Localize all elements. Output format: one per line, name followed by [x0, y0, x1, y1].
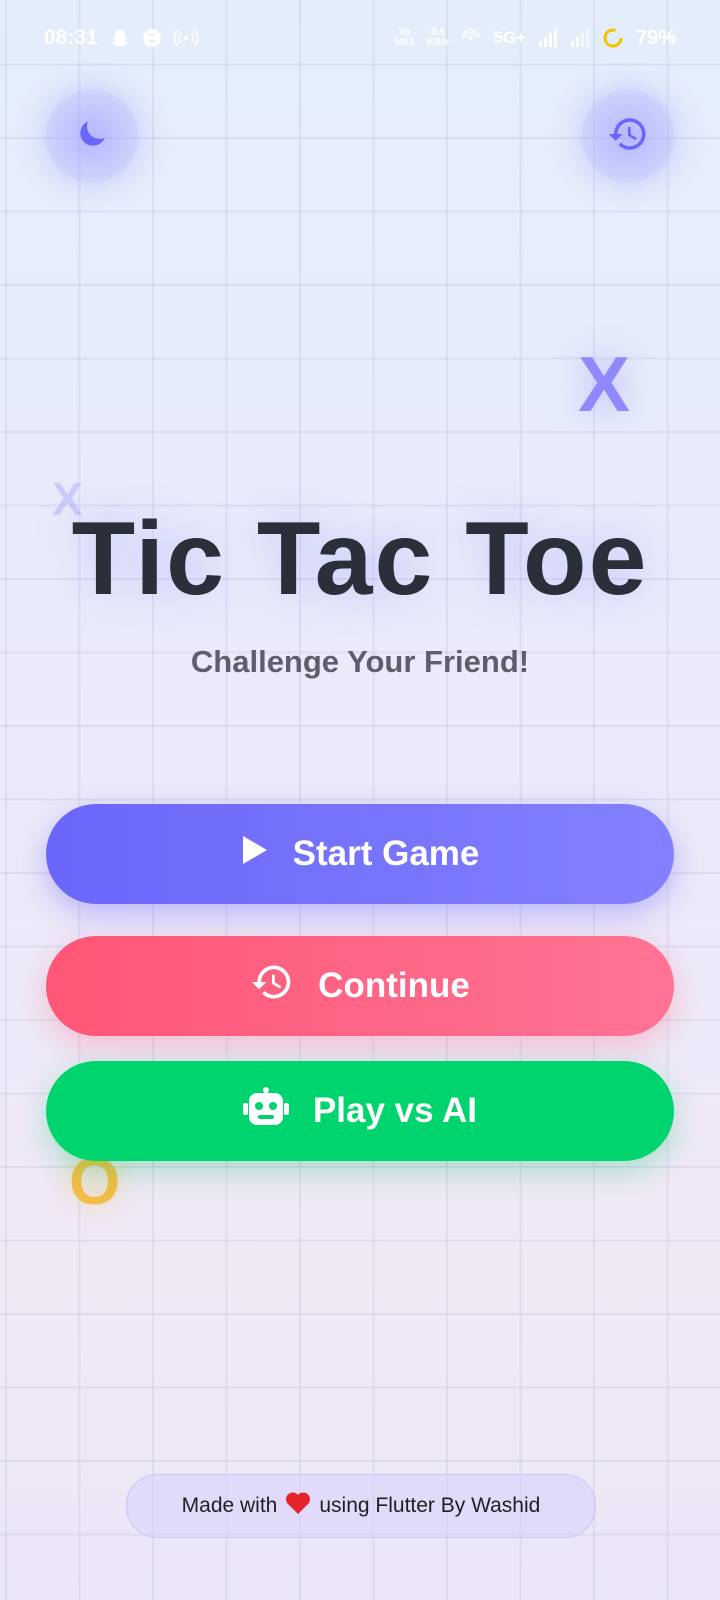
start-game-label: Start Game — [292, 834, 480, 873]
shazam-icon — [142, 28, 162, 48]
volte-indicator: Vo NR1 — [395, 28, 415, 48]
continue-button[interactable]: Continue — [46, 936, 674, 1036]
network-speed: 3.5 KB/s — [427, 28, 450, 48]
footer-suffix: using Flutter By Washid — [319, 1494, 541, 1517]
speed-unit: KB/s — [426, 37, 450, 48]
robot-icon — [242, 1086, 289, 1136]
start-game-button[interactable]: Start Game — [46, 804, 674, 904]
decor-x-large: X — [578, 340, 631, 428]
footer-prefix: Made with — [181, 1494, 278, 1517]
history-button[interactable] — [582, 90, 674, 182]
theme-toggle-button[interactable] — [46, 90, 138, 182]
snapchat-icon — [110, 28, 130, 48]
page-subtitle: Challenge Your Friend! — [190, 644, 530, 679]
battery-ring-icon — [602, 27, 624, 49]
history-icon — [607, 113, 649, 160]
signal-icon-2 — [570, 29, 590, 47]
continue-label: Continue — [318, 966, 470, 1005]
background-grid — [0, 0, 720, 1600]
network-type: 5G+ — [493, 28, 526, 47]
status-time: 08:31 — [44, 26, 98, 49]
play-icon — [241, 834, 269, 875]
battery-percent: 79% — [635, 26, 676, 49]
heart-icon — [285, 1491, 311, 1521]
moon-icon — [73, 115, 111, 158]
footer-credit: Made with using Flutter By Washid — [126, 1474, 596, 1538]
hotspot-icon — [173, 28, 198, 48]
status-bar: 08:31 Vo NR1 3.5 KB/s 5G+ 79% — [0, 0, 720, 76]
page-title: Tic Tac Toe — [71, 501, 649, 617]
volte-bottom: NR1 — [394, 37, 415, 48]
wifi-calling-icon — [461, 28, 481, 48]
signal-icon-1 — [538, 29, 558, 47]
play-vs-ai-button[interactable]: Play vs AI — [46, 1061, 674, 1161]
play-vs-ai-label: Play vs AI — [312, 1091, 478, 1130]
history-icon — [250, 960, 294, 1013]
